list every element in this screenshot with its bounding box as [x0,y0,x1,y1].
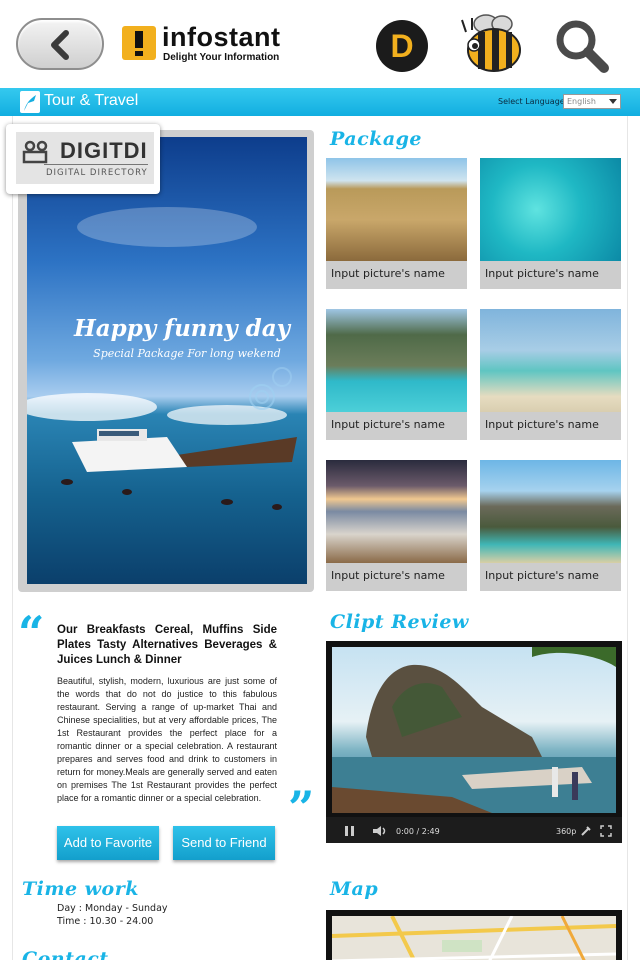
package-image [326,460,467,563]
map-view [332,916,616,960]
category-title: Tour & Travel [44,92,139,109]
time-work-heading: Time work [22,878,139,900]
brand-name: infostant [162,22,281,52]
add-to-favorite-button[interactable]: Add to Favorite [57,826,159,860]
package-item[interactable]: Input picture's name [480,460,621,591]
pause-icon[interactable] [344,825,356,837]
travel-icon [20,91,40,113]
description-title: Our Breakfasts Cereal, Muffins Side Plat… [57,624,277,666]
package-caption: Input picture's name [331,418,445,431]
chevron-down-icon [609,99,617,104]
directory-button-label: D [390,28,414,64]
video-time: 0:00 / 2:49 [396,827,440,836]
directory-button[interactable]: D [376,20,428,72]
package-item[interactable]: Input picture's name [326,309,467,440]
hero-headline: Happy funny day [74,315,290,342]
digitdi-logo-icon [22,140,48,164]
settings-icon[interactable] [580,825,592,837]
video-player[interactable]: 0:00 / 2:49 360p [326,641,622,843]
package-image [480,309,621,412]
package-image [326,158,467,261]
work-days: Day : Monday - Sunday [57,903,168,914]
video-frame [332,647,616,813]
brand-tagline: Delight Your Information [163,52,280,63]
hero-banner-image[interactable]: Happy funny day Special Package For long… [27,137,307,584]
package-item[interactable]: Input picture's name [326,460,467,591]
bee-icon[interactable] [460,12,524,74]
package-image [326,309,467,412]
category-bar: Tour & Travel Select Language English [0,88,640,116]
package-caption: Input picture's name [485,267,599,280]
clip-review-heading: Clipt Review [330,611,469,633]
package-item[interactable]: Input picture's name [326,158,467,289]
search-button[interactable] [552,18,612,74]
fullscreen-icon[interactable] [600,825,612,837]
package-caption: Input picture's name [485,569,599,582]
package-item[interactable]: Input picture's name [480,309,621,440]
badge-subtitle: DIGITAL DIRECTORY [46,168,148,178]
package-image [480,460,621,563]
badge-inner: DIGITDI DIGITAL DIRECTORY [16,132,154,184]
exclamation-logo-icon [122,26,156,60]
digitdi-badge[interactable]: DIGITDI DIGITAL DIRECTORY [6,124,160,194]
send-to-friend-button[interactable]: Send to Friend [173,826,275,860]
volume-icon[interactable] [372,825,388,837]
package-heading: Package [330,128,423,150]
badge-divider [44,164,148,165]
language-select[interactable]: English [563,94,621,109]
top-header: infostant Delight Your Information D [0,0,640,88]
language-label: Select Language [498,97,565,106]
package-caption: Input picture's name [331,569,445,582]
chevron-left-icon [51,30,69,60]
description-body: Beautiful, stylish, modern, luxurious ar… [57,676,277,803]
package-item[interactable]: Input picture's name [480,158,621,289]
back-button[interactable] [16,18,104,70]
badge-title: DIGITDI [60,138,148,163]
video-controls [326,817,622,843]
map-widget[interactable] [326,910,622,960]
map-roads [332,916,616,960]
contact-heading: Contact [22,948,109,960]
search-icon [556,20,609,73]
package-image [480,158,621,261]
video-quality[interactable]: 360p [556,827,576,836]
map-heading: Map [330,878,379,900]
quote-open-mark: “ [18,606,45,660]
language-select-value: English [567,97,596,106]
package-caption: Input picture's name [331,267,445,280]
hero-subline: Special Package For long wekend [93,347,281,360]
package-caption: Input picture's name [485,418,599,431]
quote-close-mark: ” [288,781,315,835]
work-hours: Time : 10.30 - 24.00 [57,916,154,927]
video-scene [332,647,616,813]
hero-scene [27,207,297,510]
